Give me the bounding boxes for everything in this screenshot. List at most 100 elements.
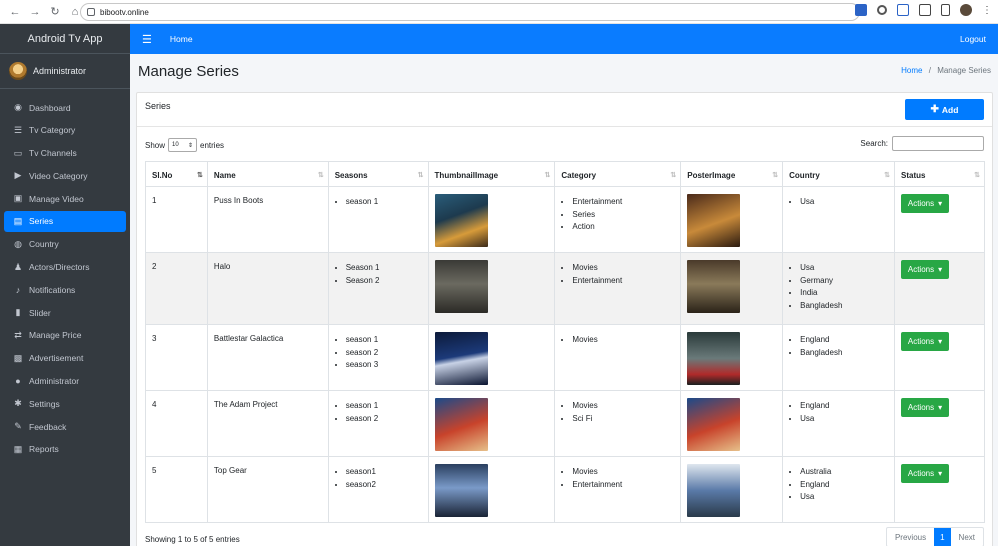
feedback-icon: ✎ xyxy=(14,421,22,432)
column-header-name[interactable]: Name ⇅ xyxy=(206,161,329,187)
caret-down-icon: ▾ xyxy=(938,403,943,412)
series-name-cell: Top Gear xyxy=(206,456,329,523)
forward-icon[interactable]: → xyxy=(26,3,44,21)
pagination-previous[interactable]: Previous xyxy=(887,528,934,546)
profile-avatar-icon[interactable] xyxy=(960,4,972,16)
plus-icon: ✚ xyxy=(930,104,939,115)
column-header-category[interactable]: Category ⇅ xyxy=(554,161,682,187)
actions-dropdown-button[interactable]: Actions ▾ xyxy=(901,464,949,483)
sidebar-item-manage-price[interactable]: ⇄ Manage Price xyxy=(4,325,126,346)
hamburger-menu-icon[interactable]: ☰ xyxy=(142,33,152,46)
column-header-status[interactable]: Status ⇅ xyxy=(894,161,985,187)
season-item: season1 xyxy=(346,466,422,479)
column-header-country[interactable]: Country ⇅ xyxy=(782,161,895,187)
sidebar-item-feedback[interactable]: ✎ Feedback xyxy=(4,416,126,437)
category-cell: MoviesEntertainment xyxy=(554,252,682,325)
search-label: Search: xyxy=(860,139,888,148)
series-table: Sl.No ⇅ Name ⇅ Seasons ⇅ ThumbnailImage ⇅ Catego… xyxy=(145,161,985,523)
country-item: England xyxy=(800,479,888,492)
series-name-cell: The Adam Project xyxy=(206,390,329,457)
column-header-label: Status xyxy=(901,171,926,180)
actions-dropdown-button[interactable]: Actions ▾ xyxy=(901,398,949,417)
category-item: Movies xyxy=(572,334,674,347)
sidebar-item-actors-directors[interactable]: ♟ Actors/Directors xyxy=(4,257,126,278)
season-item: season2 xyxy=(346,479,422,492)
site-info-icon[interactable] xyxy=(87,8,95,16)
nav-home-link[interactable]: Home xyxy=(170,34,193,44)
category-item: Entertainment xyxy=(572,196,674,209)
logout-link[interactable]: Logout xyxy=(960,34,986,44)
entries-label: entries xyxy=(200,140,225,150)
search-input[interactable] xyxy=(892,136,984,151)
country-cell: Usa xyxy=(782,186,895,253)
breadcrumb-home[interactable]: Home xyxy=(901,66,922,75)
top-navbar: ☰ Home Logout xyxy=(130,24,998,54)
sidebar-item-series[interactable]: ▤ Series xyxy=(4,210,126,232)
category-item: Sci Fi xyxy=(572,413,674,426)
season-item: Season 1 xyxy=(346,262,422,275)
country-item: England xyxy=(800,400,888,413)
extension-translate-icon[interactable] xyxy=(897,4,909,16)
status-cell: Actions ▾ xyxy=(894,252,985,325)
sidebar-item-settings[interactable]: ✱ Settings xyxy=(4,393,126,414)
actions-dropdown-button[interactable]: Actions ▾ xyxy=(901,260,949,279)
sidebar-item-administrator[interactable]: ● Administrator xyxy=(4,371,126,392)
entries-select[interactable]: 10 ⇕ xyxy=(168,138,198,152)
season-item: season 2 xyxy=(346,347,422,360)
sidebar-item-tv-channels[interactable]: ▭ Tv Channels xyxy=(4,143,126,164)
series-icon: ▤ xyxy=(13,215,23,226)
user-panel[interactable]: Administrator xyxy=(0,54,130,89)
column-header-label: Country xyxy=(789,171,820,180)
season-item: season 2 xyxy=(346,413,422,426)
thumbnail-image xyxy=(434,398,488,451)
slider-icon: ▮ xyxy=(15,307,21,318)
series-card: Series ✚ Add Show 10 ⇕ entries Search: S… xyxy=(136,92,993,546)
table-info: Showing 1 to 5 of 5 entries xyxy=(145,535,240,544)
sidebar-item-country[interactable]: ◍ Country xyxy=(4,234,126,255)
sidebar-item-notifications[interactable]: ♪ Notifications xyxy=(4,279,126,300)
brand-title[interactable]: Android Tv App xyxy=(0,24,130,54)
sidebar: Android Tv App Administrator ◉ Dashboard ☰… xyxy=(0,24,130,546)
column-header-posterimage[interactable]: PosterImage ⇅ xyxy=(680,161,784,187)
serial-number-cell: 3 xyxy=(145,324,208,391)
sidebar-item-reports[interactable]: ▦ Reports xyxy=(4,439,126,460)
column-header-seasons[interactable]: Seasons ⇅ xyxy=(327,161,429,187)
sidebar-item-manage-video[interactable]: ▣ Manage Video xyxy=(4,188,126,209)
ad-icon: ▩ xyxy=(13,352,23,363)
caret-down-icon: ▾ xyxy=(938,199,943,208)
sidebar-item-advertisement[interactable]: ▩ Advertisement xyxy=(4,348,126,369)
sidebar-item-slider[interactable]: ▮ Slider xyxy=(4,302,126,323)
browser-menu-icon[interactable]: ⋮ xyxy=(982,5,992,16)
sidebar-item-dashboard[interactable]: ◉ Dashboard xyxy=(4,97,126,118)
thumbnail-image xyxy=(434,260,488,313)
extensions-puzzle-icon[interactable] xyxy=(919,4,931,16)
add-series-button[interactable]: ✚ Add xyxy=(905,99,984,120)
sidepanel-icon[interactable] xyxy=(941,4,950,16)
users-icon: ♟ xyxy=(13,261,23,272)
list-icon: ☰ xyxy=(13,124,23,135)
table-controls: Show 10 ⇕ entries Search: xyxy=(137,135,992,155)
category-item: Movies xyxy=(572,400,674,413)
back-icon[interactable]: ← xyxy=(6,3,24,21)
extension-grid-icon[interactable] xyxy=(855,4,867,16)
extension-settings-icon[interactable] xyxy=(877,5,887,15)
sidebar-item-label: Notifications xyxy=(29,284,76,295)
thumbnail-image-cell xyxy=(427,324,556,391)
sidebar-item-tv-category[interactable]: ☰ Tv Category xyxy=(4,120,126,141)
column-header-thumbnailimage[interactable]: ThumbnailImage ⇅ xyxy=(427,161,556,187)
column-header-sl-no[interactable]: Sl.No ⇅ xyxy=(145,161,208,187)
country-item: Bangladesh xyxy=(800,300,888,313)
sidebar-item-video-category[interactable]: ▶ Video Category xyxy=(4,165,126,186)
user-icon: ● xyxy=(15,376,21,387)
actions-dropdown-button[interactable]: Actions ▾ xyxy=(901,194,949,213)
address-bar[interactable]: bibootv.online xyxy=(80,3,860,21)
thumbnail-image xyxy=(434,464,488,517)
actions-dropdown-button[interactable]: Actions ▾ xyxy=(901,332,949,351)
sort-icon: ⇅ xyxy=(417,172,424,179)
poster-image-cell xyxy=(680,324,784,391)
table-row: 4The Adam Projectseason 1season 2MoviesS… xyxy=(145,390,985,457)
reload-icon[interactable]: ↻ xyxy=(46,3,64,21)
price-icon: ⇄ xyxy=(14,329,22,340)
pagination-page-1[interactable]: 1 xyxy=(934,528,951,546)
pagination-next[interactable]: Next xyxy=(951,528,983,546)
